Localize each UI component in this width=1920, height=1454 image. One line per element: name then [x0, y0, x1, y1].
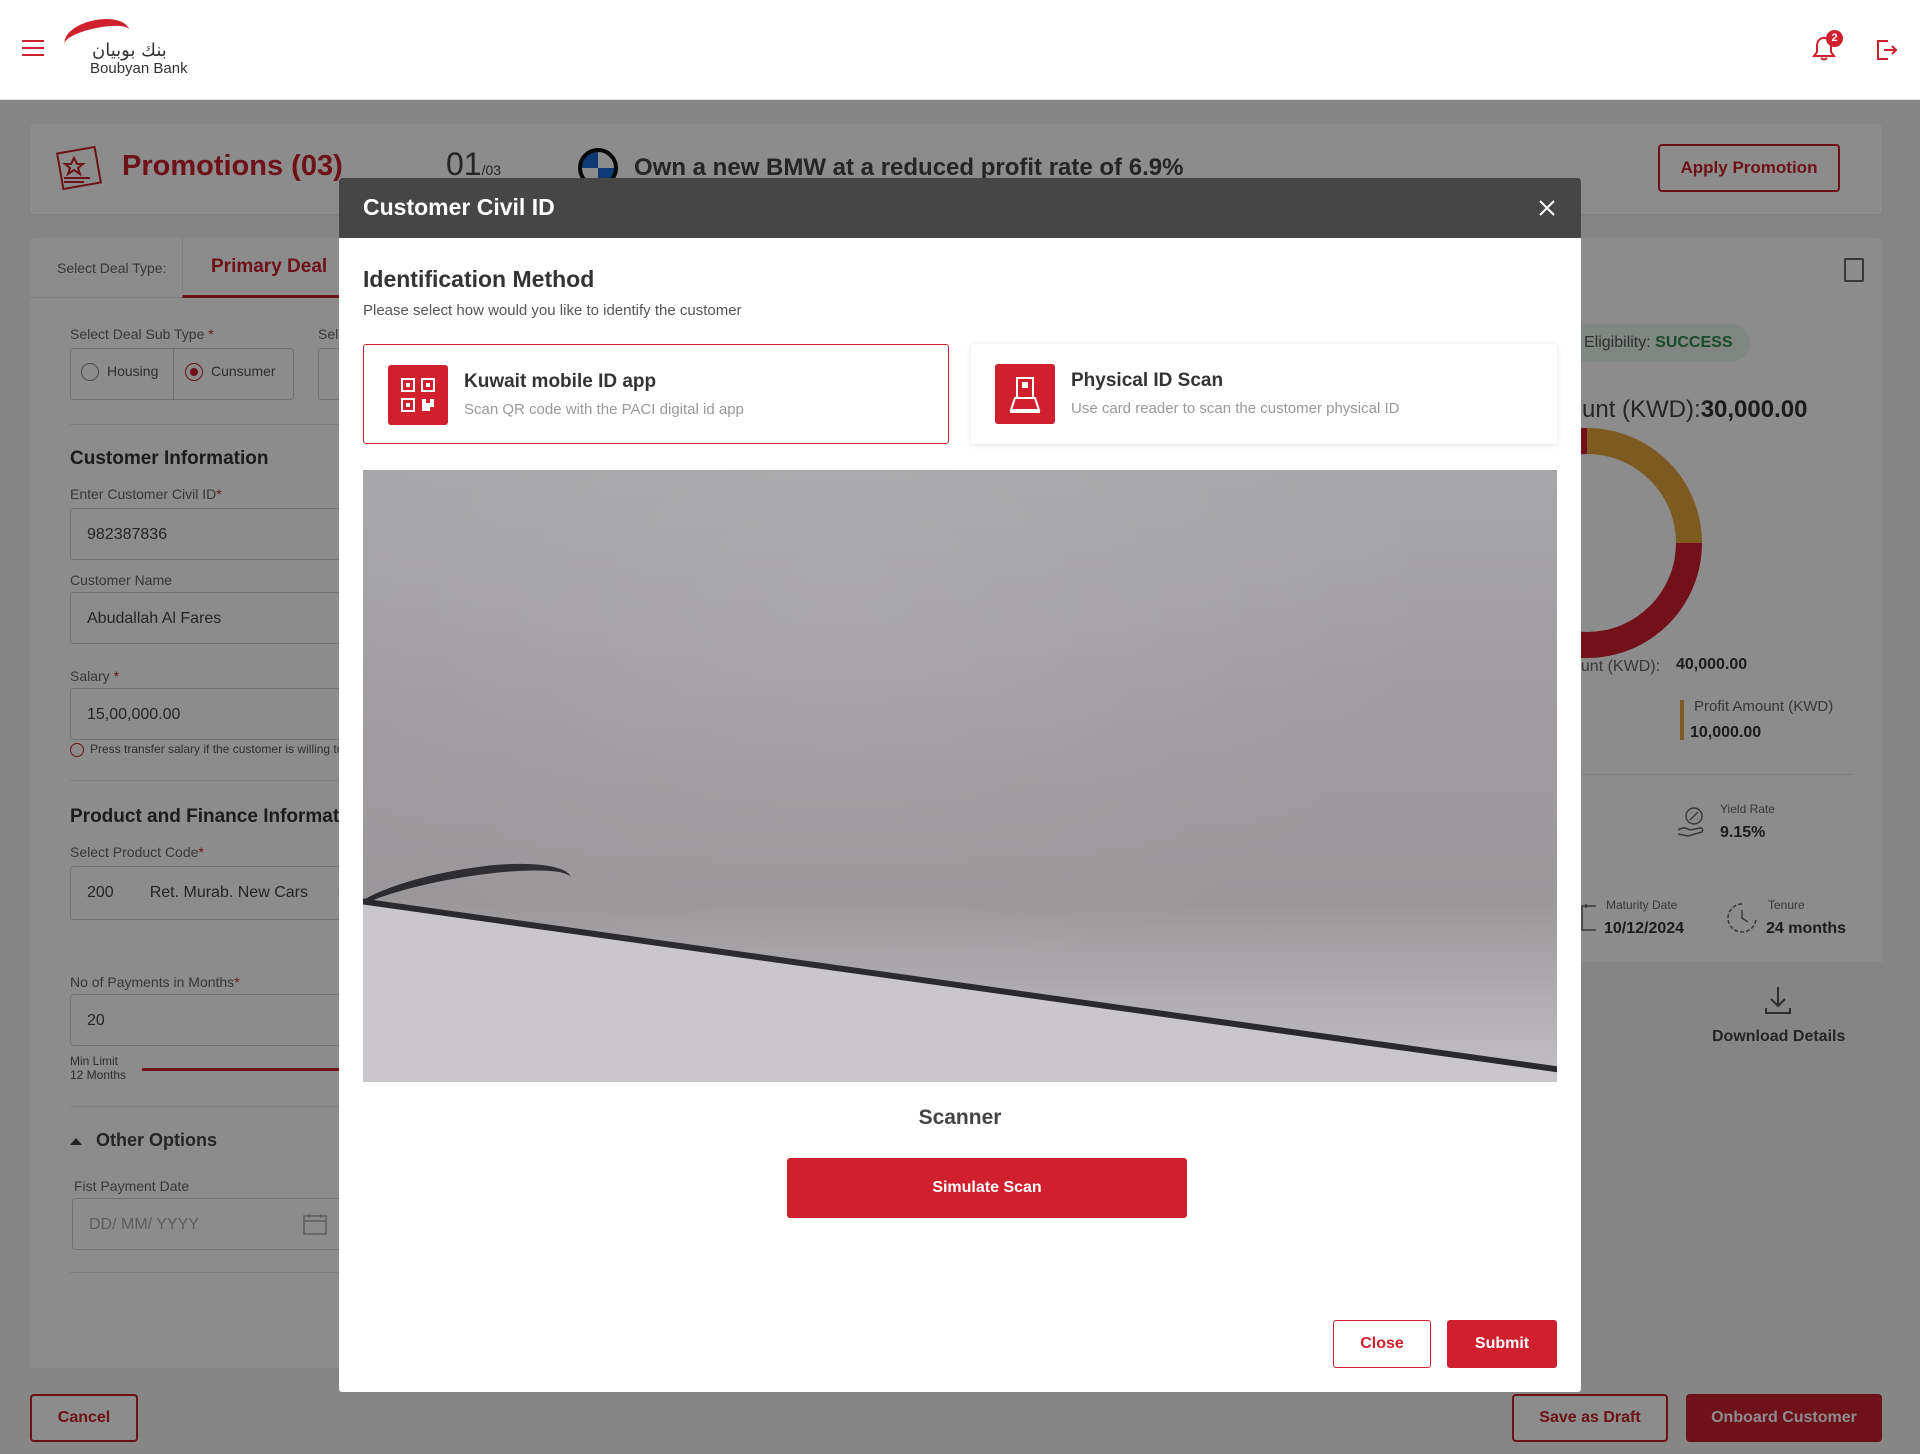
boubyan-logo: بنك بوبيان Boubyan Bank: [61, 13, 194, 80]
qr-code-icon: [388, 365, 448, 425]
card-reader-icon: [995, 364, 1055, 424]
close-icon[interactable]: [1537, 198, 1557, 218]
customer-civil-id-modal: Customer Civil ID Identification Method …: [339, 178, 1581, 1392]
logout-icon[interactable]: [1874, 38, 1898, 62]
scanner-camera-feed: [363, 470, 1557, 1082]
option-physical-id-scan[interactable]: Physical ID Scan Use card reader to scan…: [971, 344, 1557, 444]
option-kuwait-mobile-id[interactable]: Kuwait mobile ID app Scan QR code with t…: [363, 344, 949, 444]
identification-subheading: Please select how would you like to iden…: [363, 302, 742, 319]
modal-close-button[interactable]: Close: [1333, 1320, 1431, 1368]
scanner-label: Scanner: [918, 1106, 1002, 1129]
identification-heading: Identification Method: [363, 266, 595, 292]
modal-title: Customer Civil ID: [363, 194, 555, 220]
modal-submit-button[interactable]: Submit: [1447, 1320, 1557, 1368]
app-header: بنك بوبيان Boubyan Bank 2: [0, 0, 1920, 100]
modal-header: Customer Civil ID: [339, 178, 1581, 238]
simulate-scan-button[interactable]: Simulate Scan: [787, 1158, 1187, 1218]
hamburger-menu-icon[interactable]: [22, 40, 44, 58]
notification-badge: 2: [1826, 30, 1843, 47]
